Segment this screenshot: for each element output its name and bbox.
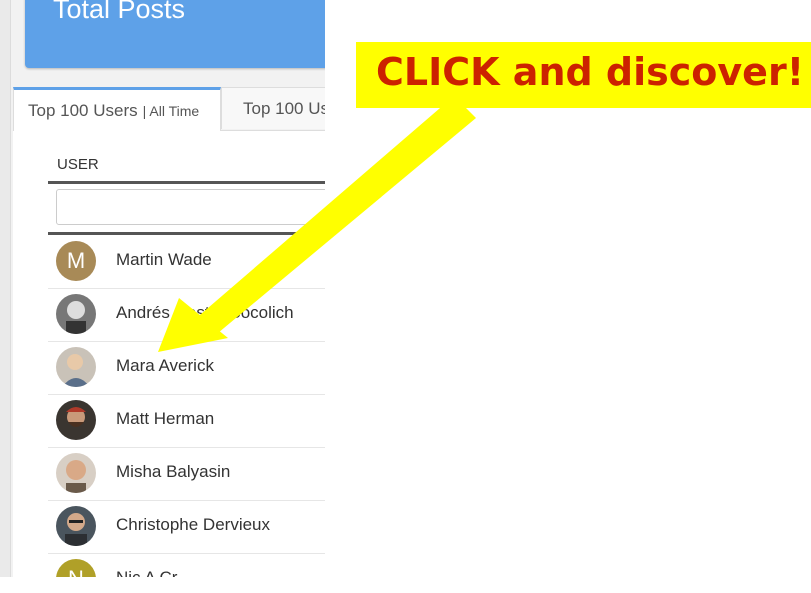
- table-row[interactable]: Christophe Dervieux: [48, 500, 325, 554]
- tab-label: Top 100 Us: [243, 98, 325, 118]
- avatar: [56, 347, 96, 387]
- user-name[interactable]: Matt Herman: [116, 409, 214, 429]
- total-posts-card[interactable]: Total Posts: [25, 0, 325, 68]
- user-name[interactable]: Christophe Dervieux: [116, 515, 270, 535]
- table-row[interactable]: Misha Balyasin: [48, 447, 325, 501]
- left-edge: [0, 0, 11, 577]
- tab-sublabel: | All Time: [142, 102, 200, 119]
- callout-text: CLICK and discover!: [376, 50, 805, 94]
- table-row[interactable]: N Nic A Cr...: [48, 553, 325, 577]
- callout-banner: CLICK and discover!: [356, 42, 811, 108]
- page: Total Posts Top 100 Users | All Time Top…: [0, 0, 811, 577]
- left-panel: Total Posts Top 100 Users | All Time Top…: [0, 0, 325, 577]
- tab-label: Top 100 Users: [28, 100, 138, 120]
- user-name[interactable]: Andrés Castro Socolich: [116, 303, 294, 323]
- avatar: [56, 294, 96, 334]
- user-name[interactable]: Nic A Cr...: [116, 568, 191, 577]
- user-filter-input[interactable]: [56, 189, 325, 225]
- table-row[interactable]: Mara Averick: [48, 341, 325, 395]
- avatar: [56, 400, 96, 440]
- user-column-header[interactable]: USER: [57, 156, 99, 173]
- table-row[interactable]: Andrés Castro Socolich: [48, 288, 325, 342]
- tab-top-100-other[interactable]: Top 100 Us: [221, 87, 325, 129]
- tab-top-100-all-time[interactable]: Top 100 Users | All Time: [13, 87, 221, 131]
- stat-card-title: Total Posts: [53, 0, 186, 24]
- avatar: [56, 453, 96, 493]
- avatar: [56, 506, 96, 546]
- avatar: M: [56, 241, 96, 281]
- user-name[interactable]: Misha Balyasin: [116, 462, 230, 482]
- avatar: N: [56, 559, 96, 577]
- table-row[interactable]: Matt Herman: [48, 394, 325, 448]
- user-name[interactable]: Martin Wade: [116, 250, 212, 270]
- user-name[interactable]: Mara Averick: [116, 356, 214, 376]
- header-divider: [48, 181, 325, 184]
- table-row[interactable]: M Martin Wade: [48, 235, 325, 289]
